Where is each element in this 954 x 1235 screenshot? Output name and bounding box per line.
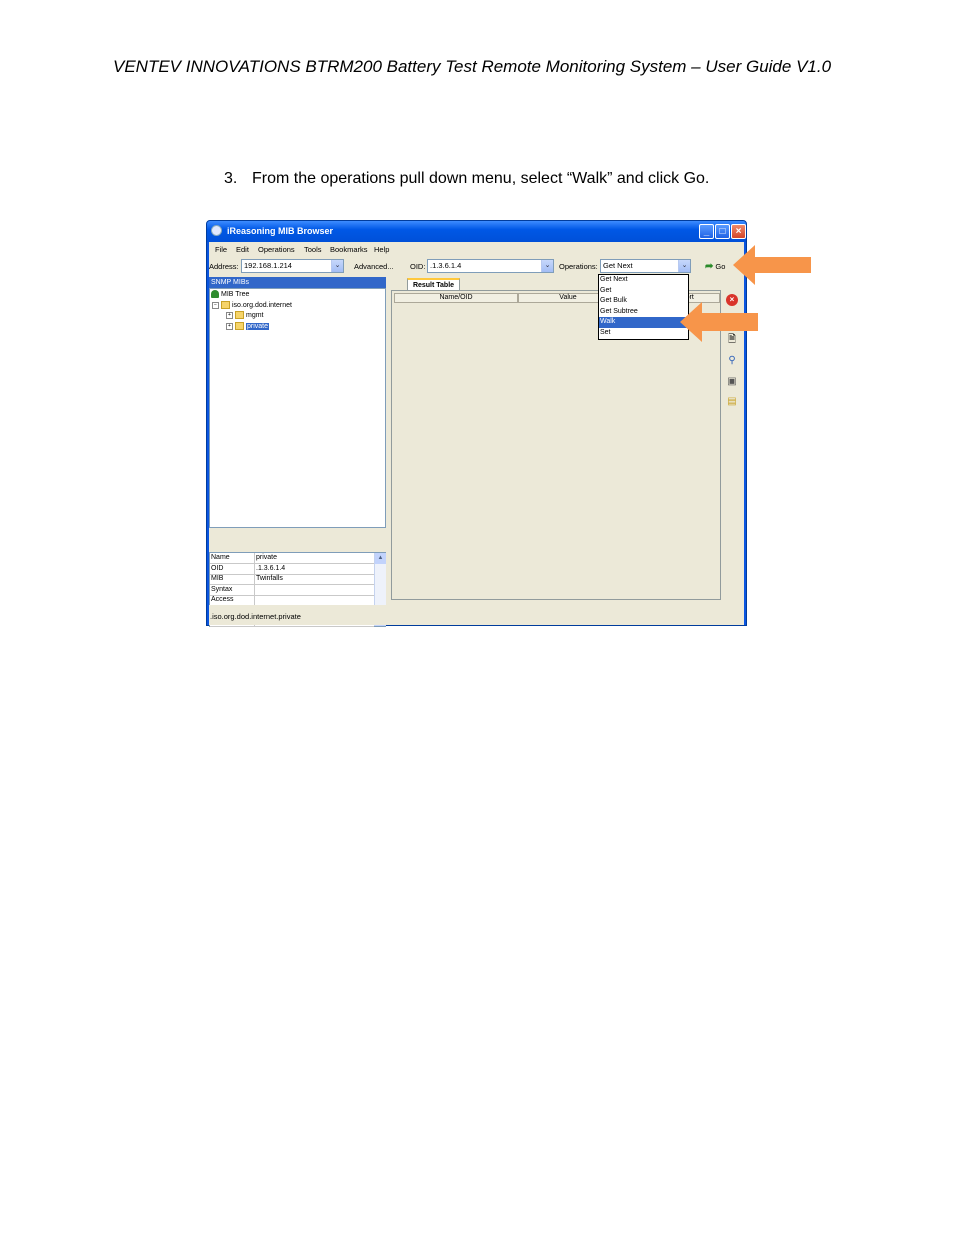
scroll-up-icon[interactable]: ▲ [375,553,386,564]
address-value: 192.168.1.214 [244,261,292,270]
go-label: Go [715,262,726,271]
menu-tools[interactable]: Tools [304,245,322,254]
property-value: Twinfalls [256,575,283,582]
menu-operations[interactable]: Operations [258,245,295,254]
operation-option-walk[interactable]: Walk [599,317,688,328]
property-key: Name [211,554,230,561]
maximize-button[interactable]: □ [715,224,730,239]
snmp-mibs-panel: SNMP MIBs MIB Tree − iso.org.dod.internet… [209,276,387,627]
minimize-button[interactable]: _ [699,224,714,239]
status-text: .iso.org.dod.internet.private [210,612,301,621]
property-row: Syntax [210,584,374,596]
menu-help[interactable]: Help [374,245,389,254]
column-name-oid[interactable]: Name/OID [394,293,518,303]
step-instruction: 3. From the operations pull down menu, se… [224,170,709,188]
close-button[interactable]: × [731,224,746,239]
operation-option[interactable]: Get Subtree [599,307,688,318]
window-title: iReasoning MIB Browser [227,226,334,236]
tree-root-label: MIB Tree [221,291,250,298]
expand-icon[interactable]: + [226,311,233,319]
operation-option[interactable]: Get Next [599,275,688,286]
tree-root[interactable]: MIB Tree [211,290,249,300]
property-key: OID [211,564,224,572]
callout-arrow-walk [680,302,758,342]
search-icon[interactable]: ⚲ [726,355,738,367]
chevron-down-icon[interactable]: ⌄ [331,260,343,272]
property-key: MIB [211,575,224,582]
title-bar[interactable]: iReasoning MIB Browser _ □ × [207,221,746,242]
property-value: .1.3.6.1.4 [256,564,286,572]
save-icon[interactable]: ▣ [726,376,738,388]
document-header: VENTEV INNOVATIONS BTRM200 Battery Test … [113,57,832,76]
app-icon [211,225,222,236]
collapse-icon[interactable]: − [212,301,219,309]
menu-edit[interactable]: Edit [236,245,249,254]
address-label: Address: [209,262,239,271]
go-arrow-icon: ➦ [705,261,714,272]
chevron-down-icon[interactable]: ⌄ [541,260,553,272]
property-key: Syntax [211,585,233,593]
tree-node-internet[interactable]: − iso.org.dod.internet [212,301,292,311]
property-row: OID .1.3.6.1.4 [210,563,374,575]
oid-label: OID: [410,262,426,271]
step-number: 3. [224,170,238,187]
open-folder-icon[interactable]: ▤ [726,396,738,408]
folder-icon [221,301,230,310]
property-key: Access [211,596,234,603]
property-row: Name private [210,553,374,564]
tree-icon [211,290,219,299]
tree-node-label: iso.org.dod.internet [232,302,292,309]
oid-combo[interactable]: .1.3.6.1.4 ⌄ [427,259,554,273]
folder-icon [235,322,244,331]
snmp-mibs-heading: SNMP MIBs [209,277,386,288]
tree-node-mgmt[interactable]: + mgmt [226,311,264,321]
mib-tree[interactable]: MIB Tree − iso.org.dod.internet + mgmt + pr… [209,288,386,528]
expand-icon[interactable]: + [226,322,233,330]
property-row: MIB Twinfalls [210,574,374,585]
address-combo[interactable]: 192.168.1.214 ⌄ [241,259,344,273]
operation-option[interactable]: Get [599,286,688,297]
operations-dropdown[interactable]: Get Next Get Get Bulk Get Subtree Walk S… [598,274,689,340]
status-bar: .iso.org.dod.internet.private [209,605,744,625]
menu-bookmarks[interactable]: Bookmarks [330,245,368,254]
operations-label: Operations: [559,262,598,271]
toolbar: Address: 192.168.1.214 ⌄ Advanced... OID… [209,256,744,276]
callout-arrow-go [733,245,811,285]
tab-result-table[interactable]: Result Table [407,278,460,290]
go-button[interactable]: ➦ Go [705,261,725,272]
operations-value: Get Next [603,261,633,270]
folder-icon [235,311,244,320]
operations-combo[interactable]: Get Next ⌄ [600,259,691,273]
chevron-down-icon[interactable]: ⌄ [678,260,690,272]
tree-node-private[interactable]: + private [226,322,270,332]
step-text: From the operations pull down menu, sele… [252,170,710,187]
property-value: private [256,554,278,561]
menu-file[interactable]: File [215,245,227,254]
operation-option[interactable]: Set [599,328,688,339]
menu-bar: File Edit Operations Tools Bookmarks Hel… [209,242,744,256]
oid-value: .1.3.6.1.4 [430,261,462,270]
tree-node-label-selected: private [246,323,270,330]
advanced-button[interactable]: Advanced... [354,262,394,271]
tree-node-label: mgmt [246,312,264,319]
operation-option[interactable]: Get Bulk [599,296,688,307]
